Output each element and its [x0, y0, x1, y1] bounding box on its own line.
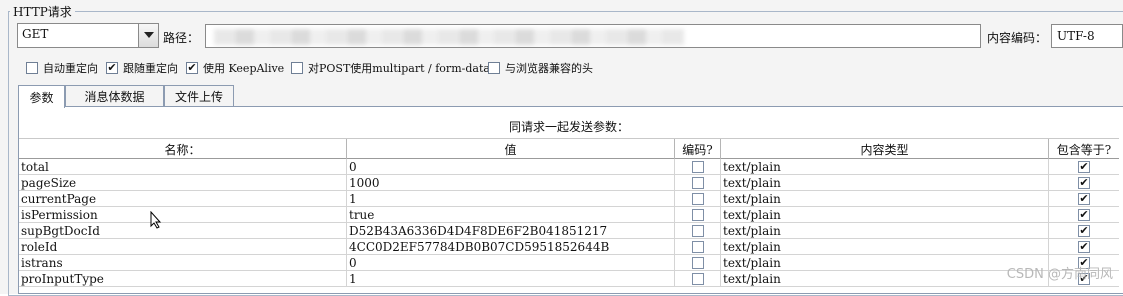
param-encode-cell[interactable]: [675, 255, 721, 271]
browser-compatible-headers-option[interactable]: 与浏览器兼容的头: [488, 61, 593, 75]
path-label: 路径：: [163, 31, 200, 45]
multipart-option[interactable]: 对POST使用multipart / form-data: [291, 61, 490, 75]
auto-redirect-option[interactable]: 自动重定向: [26, 61, 98, 75]
section-title: HTTP请求: [10, 3, 75, 20]
include-equals-checkbox[interactable]: ✔: [1078, 193, 1090, 205]
param-content-type-cell[interactable]: text/plain: [721, 223, 1049, 239]
param-include-equals-cell[interactable]: ✔: [1049, 175, 1119, 191]
table-row[interactable]: total 0 text/plain ✔: [19, 159, 1119, 175]
multipart-checkbox[interactable]: [291, 62, 303, 74]
tab-body-data[interactable]: 消息体数据: [65, 85, 164, 107]
param-content-type-cell[interactable]: text/plain: [721, 239, 1049, 255]
column-name[interactable]: 名称：: [19, 139, 347, 159]
param-encode-cell[interactable]: [675, 191, 721, 207]
encode-checkbox[interactable]: [691, 193, 704, 205]
param-value-cell[interactable]: 1: [347, 191, 675, 207]
tab-file-upload[interactable]: 文件上传: [164, 85, 234, 107]
param-name-cell[interactable]: proInputType: [19, 271, 347, 287]
keepalive-option[interactable]: ✔ 使用 KeepAlive: [186, 61, 284, 75]
param-include-equals-cell[interactable]: ✔: [1049, 159, 1119, 175]
param-encode-cell[interactable]: [675, 207, 721, 223]
param-include-equals-cell[interactable]: ✔: [1049, 207, 1119, 223]
param-encode-cell[interactable]: [675, 159, 721, 175]
param-value-cell[interactable]: 0: [347, 255, 675, 271]
param-value-cell[interactable]: true: [347, 207, 675, 223]
include-equals-checkbox[interactable]: ✔: [1078, 161, 1090, 173]
param-value-cell[interactable]: 0: [347, 159, 675, 175]
method-value: GET: [22, 27, 49, 41]
param-value-cell[interactable]: 4CC0D2EF57784DB0B07CD5951852644B: [347, 239, 675, 255]
param-name-cell[interactable]: isPermission: [19, 207, 347, 223]
include-equals-checkbox[interactable]: ✔: [1078, 209, 1090, 221]
column-include-equals[interactable]: 包含等于?: [1049, 139, 1119, 159]
follow-redirect-checkbox[interactable]: ✔: [106, 62, 118, 74]
param-content-type-cell[interactable]: text/plain: [721, 207, 1049, 223]
encode-checkbox[interactable]: [691, 161, 704, 173]
param-name-cell[interactable]: supBgtDocId: [19, 223, 347, 239]
table-row[interactable]: supBgtDocId D52B43A6336D4D4F8DE6F2B041851…: [19, 223, 1119, 239]
param-value-cell[interactable]: 1000: [347, 175, 675, 191]
table-row[interactable]: roleId 4CC0D2EF57784DB0B07CD5951852644B te…: [19, 239, 1119, 255]
table-row[interactable]: istrans 0 text/plain ✔: [19, 255, 1119, 271]
table-header: 名称： 值 编码? 内容类型 包含等于?: [19, 138, 1119, 159]
encode-checkbox[interactable]: [691, 257, 704, 269]
follow-redirect-option[interactable]: ✔ 跟随重定向: [106, 61, 178, 75]
param-encode-cell[interactable]: [675, 223, 721, 239]
param-encode-cell[interactable]: [675, 175, 721, 191]
tab-parameters[interactable]: 参数: [18, 85, 65, 108]
column-value[interactable]: 值: [347, 139, 675, 159]
encode-checkbox[interactable]: [691, 177, 704, 189]
watermark: CSDN @方南同风: [1006, 267, 1113, 282]
table-row[interactable]: isPermission true text/plain ✔: [19, 207, 1119, 223]
param-content-type-cell[interactable]: text/plain: [721, 175, 1049, 191]
include-equals-checkbox[interactable]: ✔: [1078, 241, 1090, 253]
encoding-label: 内容编码：: [987, 31, 1048, 45]
method-select[interactable]: GET: [17, 23, 159, 48]
param-content-type-cell[interactable]: text/plain: [721, 255, 1049, 271]
redacted-path: [214, 29, 684, 45]
param-content-type-cell[interactable]: text/plain: [721, 159, 1049, 175]
encoding-input[interactable]: UTF-8: [1051, 24, 1123, 48]
param-value-cell[interactable]: D52B43A6336D4D4F8DE6F2B041851217: [347, 223, 675, 239]
browser-compatible-headers-checkbox[interactable]: [488, 62, 500, 74]
encode-checkbox[interactable]: [691, 209, 704, 221]
param-include-equals-cell[interactable]: ✔: [1049, 191, 1119, 207]
param-name-cell[interactable]: total: [19, 159, 347, 175]
table-row[interactable]: proInputType 1 text/plain ✔: [19, 271, 1119, 287]
mouse-pointer-icon: [150, 210, 162, 232]
param-value-cell[interactable]: 1: [347, 271, 675, 287]
param-content-type-cell[interactable]: text/plain: [721, 271, 1049, 287]
path-input[interactable]: [205, 24, 981, 48]
include-equals-checkbox[interactable]: ✔: [1078, 225, 1090, 237]
table-row[interactable]: pageSize 1000 text/plain ✔: [19, 175, 1119, 191]
param-encode-cell[interactable]: [675, 271, 721, 287]
auto-redirect-checkbox[interactable]: [26, 62, 38, 74]
column-content-type[interactable]: 内容类型: [721, 139, 1049, 159]
param-name-cell[interactable]: istrans: [19, 255, 347, 271]
keepalive-checkbox[interactable]: ✔: [186, 62, 198, 74]
parameters-caption: 同请求一起发送参数：: [508, 120, 629, 134]
param-include-equals-cell[interactable]: ✔: [1049, 223, 1119, 239]
table-row[interactable]: currentPage 1 text/plain ✔: [19, 191, 1119, 207]
param-name-cell[interactable]: currentPage: [19, 191, 347, 207]
encode-checkbox[interactable]: [691, 273, 704, 285]
chevron-down-icon[interactable]: [138, 24, 158, 47]
param-name-cell[interactable]: pageSize: [19, 175, 347, 191]
param-content-type-cell[interactable]: text/plain: [721, 191, 1049, 207]
include-equals-checkbox[interactable]: ✔: [1078, 177, 1090, 189]
encode-checkbox[interactable]: [691, 241, 704, 253]
http-request-panel: HTTP请求 GET 路径： 内容编码： UTF-8 自动重定向 ✔ 跟随重定向…: [0, 0, 1123, 296]
param-name-cell[interactable]: roleId: [19, 239, 347, 255]
column-encode[interactable]: 编码?: [675, 139, 721, 159]
param-encode-cell[interactable]: [675, 239, 721, 255]
encode-checkbox[interactable]: [691, 225, 704, 237]
param-include-equals-cell[interactable]: ✔: [1049, 239, 1119, 255]
